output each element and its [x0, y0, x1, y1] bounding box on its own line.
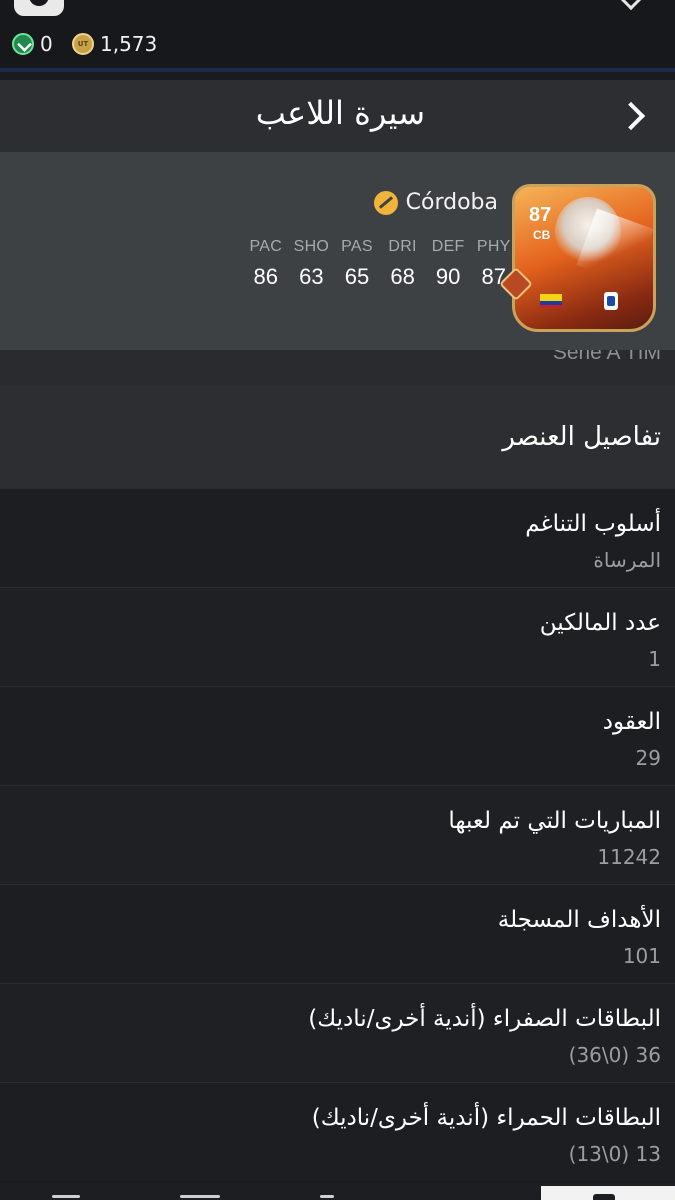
- fc-points-icon: [12, 33, 34, 55]
- stat-value: 90: [435, 264, 461, 289]
- detail-row-owners: عدد المالكين 1: [0, 587, 675, 686]
- detail-value: 101: [622, 944, 661, 968]
- detail-label: عدد المالكين: [539, 610, 661, 636]
- top-title-fragment: [170, 0, 260, 4]
- bottom-nav-item[interactable]: [320, 1195, 334, 1198]
- coins-balance: UT 1,573: [72, 32, 157, 56]
- stat-sho: SHO 63: [289, 238, 335, 290]
- club-crest-icon: [373, 190, 398, 215]
- stat-label: SHO: [293, 238, 330, 255]
- coins-value: 1,573: [100, 32, 158, 56]
- points-balance: 0: [12, 32, 53, 56]
- detail-row-contracts: العقود 29: [0, 686, 675, 785]
- detail-label: العقود: [602, 709, 661, 735]
- colombia-flag-icon: [540, 294, 562, 308]
- detail-label: البطاقات الحمراء (أندية أخرى/ناديك): [311, 1105, 661, 1131]
- coin-icon: UT: [72, 33, 94, 55]
- stat-def: DEF 90: [425, 238, 471, 290]
- stat-label: PAS: [341, 238, 373, 255]
- detail-value: 36 (0\36): [568, 1043, 661, 1067]
- section-title: تفاصيل العنصر: [502, 422, 661, 452]
- detail-value: المرساة: [593, 548, 661, 572]
- stat-label: DRI: [388, 238, 417, 255]
- detail-row-red-cards: البطاقات الحمراء (أندية أخرى/ناديك) 13 (…: [0, 1082, 675, 1181]
- stat-label: PAC: [249, 238, 283, 255]
- detail-row-chemistry-style: أسلوب التناغم المرساة: [0, 488, 675, 587]
- chevron-down-icon[interactable]: [616, 0, 646, 11]
- league-row-peek: Serie A TIM: [0, 350, 675, 386]
- detail-row-goals: الأهداف المسجلة 101: [0, 884, 675, 983]
- app-logo-icon[interactable]: [14, 0, 64, 16]
- stat-dri: DRI 68: [380, 238, 426, 290]
- bottom-nav-item[interactable]: [180, 1195, 220, 1198]
- serie-a-league-icon: [604, 292, 618, 310]
- stat-pas: PAS 65: [334, 238, 380, 290]
- chevron-right-icon[interactable]: [616, 101, 646, 131]
- item-details-header: تفاصيل العنصر: [0, 386, 675, 488]
- detail-value: 11242: [597, 845, 661, 869]
- page-title: سيرة اللاعب: [255, 94, 425, 132]
- detail-label: المباريات التي تم لعبها: [448, 808, 661, 834]
- player-stats: PAC 86 SHO 63 PAS 65 DRI 68 DEF 90 PHY 8…: [243, 238, 517, 290]
- points-value: 0: [40, 32, 53, 56]
- detail-label: أسلوب التناغم: [525, 511, 661, 537]
- card-rating: 87: [529, 204, 552, 226]
- detail-row-yellow-cards: البطاقات الصفراء (أندية أخرى/ناديك) 36 (…: [0, 983, 675, 1082]
- detail-row-games-played: المباريات التي تم لعبها 11242: [0, 785, 675, 884]
- stat-value: 63: [299, 264, 324, 289]
- stat-value: 68: [390, 264, 415, 289]
- player-card[interactable]: 87 CB: [499, 184, 656, 332]
- stat-value: 65: [344, 264, 370, 289]
- bottom-nav-bar: [0, 1183, 675, 1200]
- club-row: Córdoba: [373, 190, 498, 215]
- detail-value: 13 (0\13): [568, 1142, 661, 1166]
- stat-label: PHY: [476, 238, 511, 255]
- page-header: سيرة اللاعب: [0, 80, 675, 152]
- stat-pac: PAC 86: [243, 238, 289, 290]
- divider: [0, 68, 675, 72]
- stat-value: 86: [253, 264, 279, 289]
- detail-label: الأهداف المسجلة: [497, 907, 661, 933]
- club-name: Córdoba: [405, 190, 498, 215]
- detail-label: البطاقات الصفراء (أندية أخرى/ناديك): [308, 1006, 661, 1032]
- stat-label: DEF: [431, 238, 465, 255]
- detail-value: 29: [635, 746, 661, 770]
- top-status-bar: 0 UT 1,573: [0, 0, 675, 72]
- detail-value: 1: [648, 647, 661, 671]
- league-name: Serie A TIM: [552, 350, 661, 364]
- bottom-nav-item[interactable]: [52, 1195, 80, 1198]
- bottom-action-icon: [593, 1194, 615, 1200]
- card-position: CB: [533, 228, 551, 242]
